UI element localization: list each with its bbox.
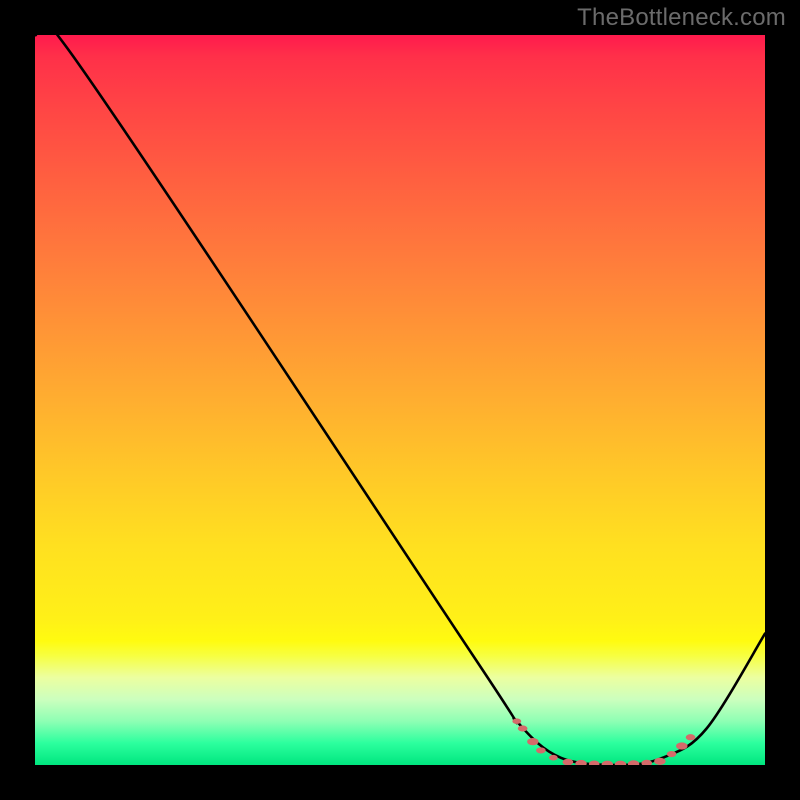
marker-point [518,725,528,731]
marker-point [667,751,677,757]
marker-point [686,734,696,740]
chart-container: TheBottleneck.com [0,0,800,800]
marker-point [512,718,521,724]
marker-point [527,738,538,745]
watermark-text: TheBottleneck.com [577,4,786,32]
marker-point [676,742,687,749]
marker-point [589,761,600,765]
marker-point [628,760,639,765]
bottleneck-curve [35,35,765,765]
marker-point [615,761,626,765]
marker-point [602,761,613,765]
marker-point [654,758,665,765]
chart-overlay [35,35,765,765]
marker-point [575,760,586,765]
marker-point [549,755,558,761]
highlight-markers [512,718,695,765]
marker-point [536,747,546,753]
